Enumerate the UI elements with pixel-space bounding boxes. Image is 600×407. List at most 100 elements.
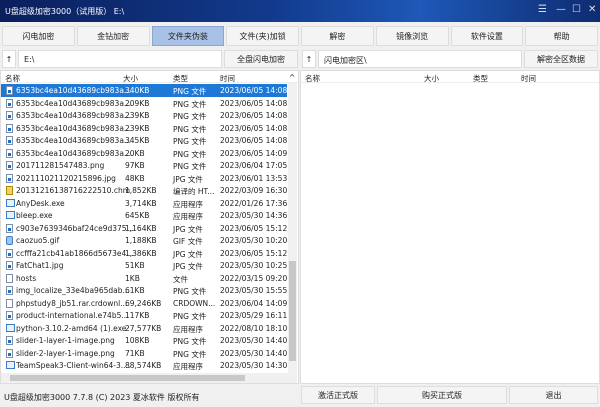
- file-size: 71KB: [125, 348, 145, 358]
- col-type[interactable]: 类型: [173, 73, 188, 84]
- scroll-thumb[interactable]: [10, 375, 245, 381]
- file-row[interactable]: python-3.10.2-amd64 (1).exe 27,577KB 应用程…: [1, 322, 287, 335]
- full-disk-flash-encrypt-button[interactable]: 全盘闪电加密: [224, 50, 298, 68]
- file-type: PNG 文件: [173, 337, 207, 346]
- file-name: hosts: [16, 273, 37, 283]
- file-size: 239KB: [125, 123, 150, 133]
- file-size: 108KB: [125, 336, 150, 345]
- file-row[interactable]: AnyDesk.exe 3,714KB 应用程序 2022/01/26 17:3…: [1, 197, 287, 210]
- file-type: PNG 文件: [173, 112, 207, 121]
- file-type: 编译的 HT...: [173, 187, 215, 196]
- file-type: PNG 文件: [173, 99, 207, 109]
- file-row[interactable]: hosts 1KB 文件 2022/03/15 09:20: [1, 272, 287, 285]
- file-row[interactable]: 6353bc4ea10d43689cb983a... 20KB PNG 文件 2…: [1, 147, 287, 160]
- left-file-list: 名称 大小 类型 时间 ^ 6353bc4ea10d43689cb983a...…: [0, 70, 299, 384]
- file-row[interactable]: ccfffa21cb41ab1866d5673e4... 1,386KB JPG…: [1, 247, 287, 260]
- file-row[interactable]: 201711281547483.png 97KB PNG 文件 2023/06/…: [1, 159, 287, 172]
- file-row[interactable]: FatChat1.jpg 51KB JPG 文件 2023/05/30 10:2…: [1, 259, 287, 272]
- col-type[interactable]: 类型: [473, 73, 488, 84]
- activate-button[interactable]: 激活正式版: [301, 386, 375, 404]
- file-row[interactable]: 6353bc4ea10d43689cb983a... 239KB PNG 文件 …: [1, 109, 287, 122]
- file-row[interactable]: 6353bc4ea10d43689cb983a... 345KB PNG 文件 …: [1, 134, 287, 147]
- file-row[interactable]: bleep.exe 645KB 应用程序 2023/05/30 14:36: [1, 209, 287, 222]
- file-name: 6353bc4ea10d43689cb983a...: [16, 123, 132, 133]
- file-size: 1,188KB: [125, 236, 157, 245]
- help-button[interactable]: 帮助: [525, 26, 598, 46]
- file-row[interactable]: 6353bc4ea10d43689cb983a... 239KB PNG 文件 …: [1, 122, 287, 135]
- right-path-input[interactable]: 闪电加密区\: [318, 50, 522, 68]
- png-file-icon: [6, 111, 13, 120]
- file-row[interactable]: 6353bc4ea10d43689cb983a... 340KB PNG 文件 …: [1, 84, 287, 97]
- status-text: U盘超级加密3000 7.7.8 (C) 2023 夏冰软件 版权所有: [4, 393, 200, 402]
- gif-file-icon: [6, 236, 13, 245]
- file-name: product-international.e74b5...: [16, 311, 129, 320]
- file-name: AnyDesk.exe: [16, 198, 65, 208]
- file-size: 645KB: [125, 211, 150, 220]
- close-icon[interactable]: ✕: [588, 4, 596, 15]
- png-file-icon: [6, 336, 13, 345]
- file-name: TeamSpeak3-Client-win64-3....: [16, 361, 131, 370]
- file-row[interactable]: 6353bc4ea10d43689cb983a... 209KB PNG 文件 …: [1, 97, 287, 110]
- jpg-file-icon: [6, 223, 13, 233]
- file-row[interactable]: TeamSpeak3-Client-win64-3.... 88,574KB 应…: [1, 359, 287, 372]
- left-path-row: ↑ E:\ 全盘闪电加密: [2, 50, 298, 68]
- file-file-icon: [6, 298, 13, 308]
- file-time: 2023/05/30 14:36: [220, 211, 288, 220]
- exe-file-icon: [6, 211, 15, 219]
- file-row[interactable]: c903e7639346baf24ce9d375... 1,164KB JPG …: [1, 222, 287, 235]
- file-row[interactable]: img_localize_33e4ba965dab... 61KB PNG 文件…: [1, 284, 287, 297]
- right-path-row: ↑ 闪电加密区\ 解密全区数据: [302, 50, 598, 68]
- left-path-input[interactable]: E:\: [18, 50, 222, 68]
- png-file-icon: [6, 311, 13, 320]
- file-name: slider-1-layer-1-image.png: [16, 336, 115, 345]
- toolbar: 闪电加密 金钻加密 文件夹伪装 文件(夹)加锁 解密 镜像浏览 软件设置 帮助: [2, 26, 598, 46]
- file-type: PNG 文件: [173, 124, 207, 134]
- file-row[interactable]: phpstudy8_jb51.rar.crdownl... 69,246KB C…: [1, 297, 287, 310]
- file-row[interactable]: 20131216138716222510.chm 1,852KB 编译的 HT.…: [1, 184, 287, 197]
- settings-button[interactable]: 软件设置: [450, 26, 524, 46]
- scroll-thumb[interactable]: [289, 261, 296, 361]
- hamburger-icon[interactable]: ☰: [538, 4, 547, 15]
- col-time[interactable]: 时间: [521, 73, 536, 84]
- file-time: 2023/05/29 16:11: [220, 311, 288, 320]
- decrypt-button[interactable]: 解密: [301, 26, 374, 46]
- exe-file-icon: [6, 361, 15, 369]
- col-name[interactable]: 名称: [305, 73, 320, 84]
- col-time[interactable]: 时间: [220, 73, 235, 84]
- vertical-scrollbar[interactable]: [288, 83, 297, 373]
- decrypt-all-button[interactable]: 解密全区数据: [524, 50, 598, 68]
- file-row[interactable]: 202111021120215896.jpg 48KB JPG 文件 2023/…: [1, 172, 287, 185]
- file-time: 2023/06/05 14:09: [220, 148, 288, 158]
- file-row[interactable]: product-international.e74b5... 117KB PNG…: [1, 309, 287, 322]
- image-browse-button[interactable]: 镜像浏览: [375, 26, 449, 46]
- file-size: 1,386KB: [125, 248, 157, 258]
- up-arrow-icon[interactable]: ↑: [2, 50, 16, 68]
- file-type: JPG 文件: [173, 249, 203, 259]
- file-row[interactable]: slider-2-layer-1-image.png 71KB PNG 文件 2…: [1, 347, 287, 360]
- minimize-icon[interactable]: —: [556, 4, 566, 15]
- list-header: 名称 大小 类型 时间 ^: [1, 71, 298, 83]
- col-name[interactable]: 名称: [5, 73, 20, 84]
- flash-encrypt-button[interactable]: 闪电加密: [2, 26, 75, 46]
- exit-button[interactable]: 退出: [509, 386, 598, 404]
- file-type: PNG 文件: [173, 87, 207, 96]
- file-name: c903e7639346baf24ce9d375...: [16, 223, 134, 233]
- horizontal-scrollbar[interactable]: [1, 373, 297, 383]
- file-name: img_localize_33e4ba965dab...: [16, 286, 130, 295]
- file-row[interactable]: caozuo5.gif 1,188KB GIF 文件 2023/05/30 10…: [1, 234, 287, 247]
- file-name: ccfffa21cb41ab1866d5673e4...: [16, 248, 134, 258]
- file-time: 2023/05/30 15:55: [220, 286, 288, 295]
- up-arrow-icon[interactable]: ↑: [302, 50, 316, 68]
- maximize-icon[interactable]: ☐: [572, 4, 581, 15]
- file-row[interactable]: slider-1-layer-1-image.png 108KB PNG 文件 …: [1, 334, 287, 347]
- file-time: 2023/06/01 13:53: [220, 173, 288, 183]
- file-size: 345KB: [125, 136, 150, 145]
- diamond-encrypt-button[interactable]: 金钻加密: [76, 26, 150, 46]
- col-size[interactable]: 大小: [424, 73, 439, 84]
- folder-disguise-button[interactable]: 文件夹伪装: [151, 26, 225, 46]
- list-header: 名称 大小 类型 时间: [301, 71, 599, 83]
- col-size[interactable]: 大小: [123, 73, 138, 84]
- file-lock-button[interactable]: 文件(夹)加锁: [226, 26, 299, 46]
- buy-button[interactable]: 购买正式版: [377, 386, 507, 404]
- file-size: 20KB: [125, 148, 145, 158]
